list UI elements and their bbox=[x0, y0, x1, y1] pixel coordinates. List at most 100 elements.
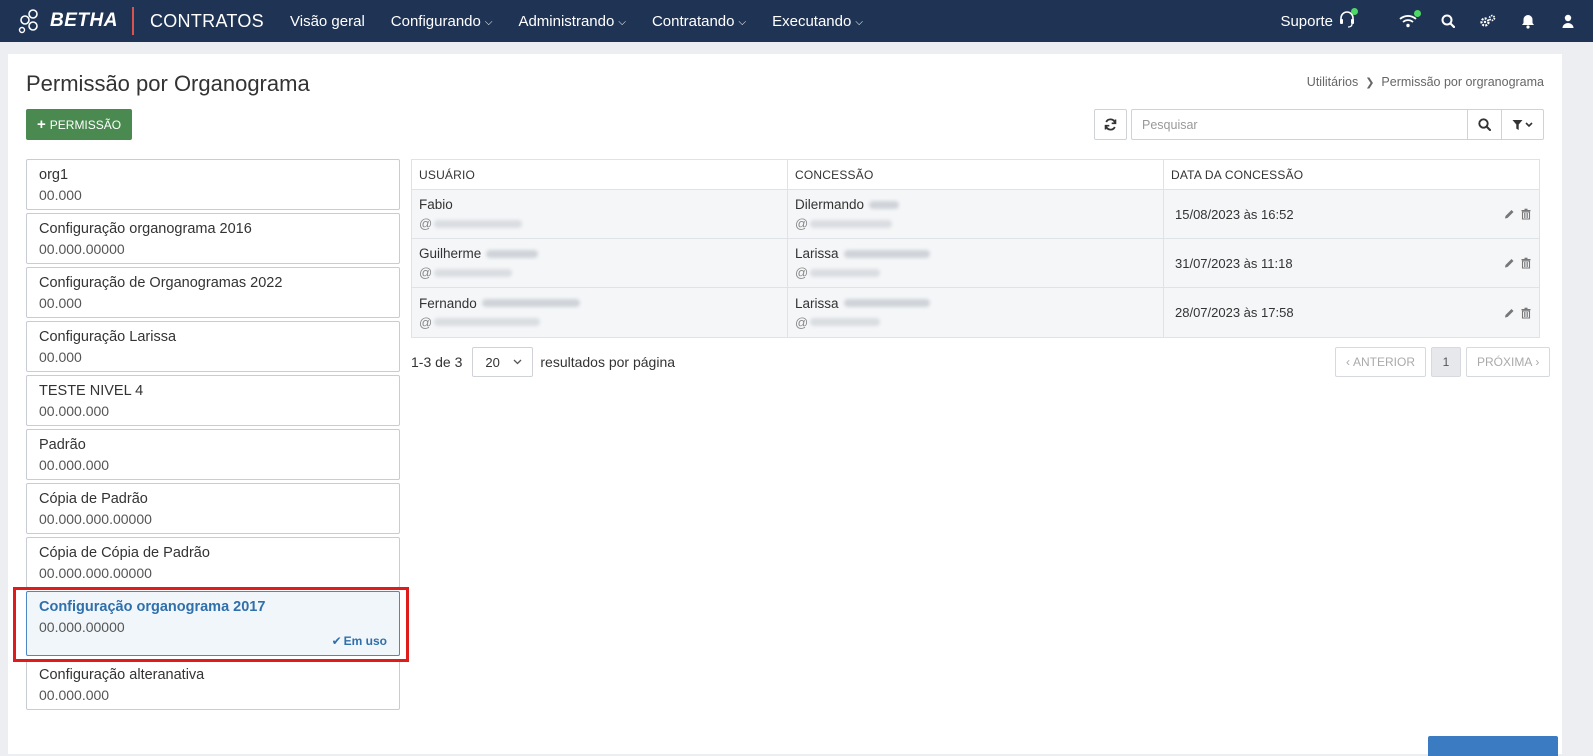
brand-name: BETHA bbox=[50, 10, 118, 31]
page-content: Permissão por Organograma Utilitários ❯ … bbox=[8, 54, 1562, 754]
nav-configurando[interactable]: Configurando ⌵ bbox=[391, 13, 493, 30]
edit-icon[interactable] bbox=[1504, 209, 1515, 220]
table-row: Fernando @ Larissa @ 28/07/2023 às 17:58 bbox=[412, 288, 1539, 337]
nav-administrando[interactable]: Administrando ⌵ bbox=[518, 13, 625, 30]
brand-logo[interactable]: BETHA bbox=[0, 0, 118, 42]
filter-button[interactable] bbox=[1501, 110, 1543, 139]
add-permission-button[interactable]: + PERMISSÃO bbox=[26, 109, 133, 140]
headset-icon bbox=[1339, 8, 1358, 32]
organogram-item[interactable]: Cópia de Cópia de Padrão 00.000.000.00000 bbox=[26, 537, 400, 588]
grantor-handle-prefix: @ bbox=[795, 265, 809, 280]
previous-label: ANTERIOR bbox=[1353, 355, 1416, 369]
organogram-code: 00.000 bbox=[39, 187, 82, 203]
organogram-item[interactable]: Configuração Larissa 00.000 bbox=[26, 321, 400, 372]
chevron-right-icon: › bbox=[1535, 355, 1540, 369]
organogram-name: Configuração organograma 2016 bbox=[39, 221, 252, 237]
organogram-item[interactable]: Configuração alteranativa 00.000.000 bbox=[26, 659, 400, 710]
organogram-code: 00.000.00000 bbox=[39, 241, 125, 257]
edit-icon[interactable] bbox=[1504, 307, 1515, 318]
organogram-code: 00.000.000.00000 bbox=[39, 565, 152, 581]
nav-executando[interactable]: Executando ⌵ bbox=[772, 13, 863, 30]
brand-divider bbox=[131, 7, 134, 35]
chevron-down-icon: ⌵ bbox=[738, 16, 747, 28]
grantor-cell: Larissa @ bbox=[788, 239, 1164, 287]
breadcrumb-current: Permissão por orgranograma bbox=[1381, 75, 1544, 89]
organogram-code: 00.000.000.00000 bbox=[39, 511, 152, 527]
trash-icon[interactable] bbox=[1521, 208, 1531, 220]
redacted-text bbox=[486, 249, 539, 258]
bottom-action-button[interactable] bbox=[1428, 736, 1558, 756]
grant-date: 15/08/2023 às 16:52 bbox=[1175, 206, 1294, 222]
organogram-code: 00.000 bbox=[39, 295, 82, 311]
grantor-handle-prefix: @ bbox=[795, 216, 809, 231]
refresh-button[interactable] bbox=[1094, 109, 1127, 140]
nav-contratando[interactable]: Contratando ⌵ bbox=[652, 13, 746, 30]
page-number-button[interactable]: 1 bbox=[1431, 347, 1462, 377]
user-handle-prefix: @ bbox=[419, 265, 433, 280]
plus-icon: + bbox=[37, 116, 46, 133]
organogram-item[interactable]: org1 00.000 bbox=[26, 159, 400, 210]
table-row: Fabio @ Dilermando @ 15/08/2023 às 16:52 bbox=[412, 190, 1539, 239]
previous-page-button[interactable]: ‹ ANTERIOR bbox=[1335, 347, 1427, 377]
redacted-text bbox=[434, 318, 541, 326]
breadcrumb: Utilitários ❯ Permissão por orgranograma bbox=[1307, 75, 1544, 89]
organogram-name: Configuração organograma 2017 bbox=[39, 599, 266, 615]
redacted-text bbox=[810, 268, 881, 277]
support-link[interactable]: Suporte bbox=[1280, 8, 1358, 32]
trash-icon[interactable] bbox=[1521, 257, 1531, 269]
row-actions bbox=[1498, 208, 1531, 220]
wifi-icon[interactable] bbox=[1399, 10, 1421, 30]
column-header-data[interactable]: DATA DA CONCESSÃO bbox=[1164, 160, 1539, 189]
organogram-item[interactable]: Cópia de Padrão 00.000.000.00000 bbox=[26, 483, 400, 534]
organogram-code: 00.000.000 bbox=[39, 687, 110, 703]
refresh-icon bbox=[1104, 118, 1117, 131]
page-size-select[interactable]: 20 bbox=[472, 347, 534, 377]
organogram-item[interactable]: TESTE NIVEL 4 00.000.000 bbox=[26, 375, 400, 426]
table-row: Guilherme @ Larissa @ 31/07/2023 às 11:1… bbox=[412, 239, 1539, 288]
organogram-item-active[interactable]: Configuração organograma 2017 00.000.000… bbox=[26, 591, 400, 656]
date-cell: 28/07/2023 às 17:58 bbox=[1164, 288, 1539, 337]
chevron-right-icon: ❯ bbox=[1365, 76, 1375, 89]
organogram-item[interactable]: Configuração de Organogramas 2022 00.000 bbox=[26, 267, 400, 318]
redacted-text bbox=[434, 219, 523, 228]
support-label: Suporte bbox=[1280, 12, 1333, 30]
grantor-cell: Dilermando @ bbox=[788, 190, 1164, 238]
organogram-item[interactable]: Padrão 00.000.000 bbox=[26, 429, 400, 480]
edit-icon[interactable] bbox=[1504, 258, 1515, 269]
nav-visao-geral[interactable]: Visão geral bbox=[290, 13, 365, 30]
next-page-button[interactable]: PRÓXIMA › bbox=[1466, 347, 1551, 377]
chevron-down-icon bbox=[513, 359, 522, 365]
grant-date: 31/07/2023 às 11:18 bbox=[1175, 255, 1293, 271]
nav-label: Administrando bbox=[518, 12, 615, 30]
trash-icon[interactable] bbox=[1521, 307, 1531, 318]
app-name[interactable]: CONTRATOS bbox=[150, 11, 264, 32]
nav-label: Configurando bbox=[390, 12, 481, 30]
search-icon bbox=[1478, 118, 1491, 131]
search-input[interactable] bbox=[1132, 110, 1467, 139]
bell-icon[interactable] bbox=[1519, 12, 1537, 30]
user-icon[interactable] bbox=[1559, 12, 1577, 30]
search-button[interactable] bbox=[1467, 110, 1501, 139]
column-header-usuario[interactable]: USUÁRIO bbox=[412, 160, 788, 189]
add-permission-label: PERMISSÃO bbox=[49, 117, 122, 132]
user-cell: Fernando @ bbox=[412, 288, 788, 337]
search-icon[interactable] bbox=[1439, 12, 1457, 30]
organogram-name: Cópia de Cópia de Padrão bbox=[39, 545, 210, 561]
filter-icon bbox=[1512, 119, 1533, 130]
in-use-label: Em uso bbox=[343, 634, 387, 648]
user-cell: Guilherme @ bbox=[412, 239, 788, 287]
chevron-down-icon: ⌵ bbox=[484, 16, 493, 28]
organogram-name: Configuração alteranativa bbox=[39, 667, 205, 683]
grantor-handle-prefix: @ bbox=[795, 314, 809, 330]
nav-label: Executando bbox=[772, 12, 852, 30]
breadcrumb-utilitarios[interactable]: Utilitários bbox=[1307, 75, 1358, 89]
redacted-text bbox=[843, 299, 930, 307]
page-size-value: 20 bbox=[485, 354, 500, 370]
row-actions bbox=[1498, 257, 1531, 269]
organogram-name: Cópia de Padrão bbox=[39, 491, 148, 507]
user-cell: Fabio @ bbox=[412, 190, 788, 238]
grantor-first-name: Larissa bbox=[795, 295, 839, 311]
column-header-concessao[interactable]: CONCESSÃO bbox=[788, 160, 1164, 189]
organogram-item[interactable]: Configuração organograma 2016 00.000.0000… bbox=[26, 213, 400, 264]
settings-icon[interactable] bbox=[1479, 12, 1497, 30]
